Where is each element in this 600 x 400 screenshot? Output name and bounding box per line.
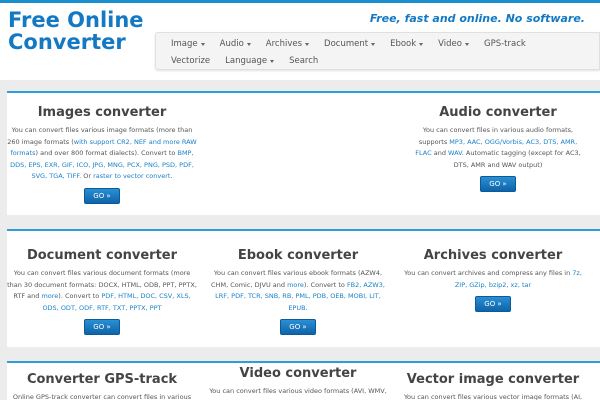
site-header: Free Online Converter Free, fast and onl… [0,3,600,80]
desc-text: . Or [79,172,94,180]
more-link[interactable]: more [41,292,58,300]
nav-row-1: Image Audio Archives Document Ebook Video GPS-… [156,35,600,53]
card-video-converter: Video converter You can convert files va… [208,366,388,398]
nav-item-vectorize[interactable]: Vectorize [156,56,210,66]
nav-item-label: Image [171,39,198,49]
card-audio-converter: Audio converter You can convert files in… [412,105,584,192]
card-title: Ebook converter [237,248,359,263]
nav-row-2: Vectorize Language Search [156,52,600,70]
card-title: Archives converter [423,248,563,263]
card-document-converter: Document converter You can convert files… [7,248,197,335]
desc-text: You can convert archives and compress an… [404,269,573,277]
desc-text: ). Convert to [303,280,347,289]
nav-item-label: Search [289,56,319,66]
card-title: Images converter [37,105,167,120]
nav-item-audio[interactable]: Audio [205,39,251,49]
site-tagline: Free, fast and online. No software. [369,12,585,25]
main-content: Images converter You can convert files v… [0,80,600,400]
card-description: You can convert files various vector ima… [403,393,583,400]
desc-text: ) and over 800 format dialects). Convert… [35,149,178,157]
nav-item-archives[interactable]: Archives [251,39,310,49]
card-title: Vector image converter [406,372,580,387]
nav-item-label: Archives [265,39,303,49]
panel-divider [7,91,600,93]
nav-item-label: Language [225,56,268,66]
card-description: You can convert files in various audio f… [412,125,584,171]
nav-item-label: Ebook [390,39,417,49]
panel-divider [7,229,600,231]
card-gps-converter: Converter GPS-track Online GPS-track con… [7,372,197,400]
site-logo[interactable]: Free Online Converter [8,9,144,53]
desc-text: . [305,303,308,312]
card-ebook-converter: Ebook converter You can convert files va… [208,248,388,335]
card-description: You can convert files various image form… [7,125,197,183]
archives-go-button[interactable]: GO » [475,296,511,312]
main-navigation: Image Audio Archives Document Ebook Video GPS-… [155,32,600,70]
card-title: Document converter [26,248,178,263]
nav-item-gps-track[interactable]: GPS-track [469,39,526,49]
logo-line-2: Converter [8,30,126,54]
card-description: You can convert files various video form… [209,387,387,395]
desc-text: and [431,149,449,157]
card-images-converter: Images converter You can convert files v… [7,105,197,204]
nav-item-language[interactable]: Language [210,56,275,66]
desc-text: . Automatic tagging (except for AC3, DTS… [453,149,581,169]
card-title: Converter GPS-track [26,372,178,387]
nav-item-label: Video [438,39,462,49]
raster-to-vector-link[interactable]: raster to vector convert [93,172,170,180]
panel-divider [7,361,600,363]
nav-item-label: Document [324,39,369,49]
ebook-go-button[interactable]: GO » [280,319,316,335]
nav-item-ebook[interactable]: Ebook [375,39,424,49]
nav-item-image[interactable]: Image [156,39,205,49]
card-description: You can convert files various document f… [7,268,197,314]
nav-item-label: Vectorize [171,56,211,66]
images-go-button[interactable]: GO » [84,187,120,204]
more-link[interactable]: more [287,281,304,289]
card-title: Audio converter [439,105,557,120]
card-vector-converter: Vector image converter You can convert f… [400,372,586,400]
desc-text: . [170,172,173,180]
audio-go-button[interactable]: GO » [480,176,516,192]
card-description: You can convert archives and compress an… [400,268,586,291]
card-archives-converter: Archives converter You can convert archi… [400,248,586,312]
logo-line-1: Free Online [8,8,144,32]
nav-item-video[interactable]: Video [423,39,469,49]
desc-text: ). Convert to [58,292,102,300]
nav-item-search[interactable]: Search [274,56,318,66]
card-description: You can convert files various ebook form… [208,268,388,314]
nav-item-label: Audio [219,39,244,49]
nav-item-document[interactable]: Document [309,39,376,49]
card-description: Online GPS-track converter can convert f… [12,393,192,400]
document-go-button[interactable]: GO » [84,319,120,335]
nav-item-label: GPS-track [484,39,526,49]
wav-link[interactable]: WAV [448,149,462,157]
card-title: Video converter [239,366,357,381]
